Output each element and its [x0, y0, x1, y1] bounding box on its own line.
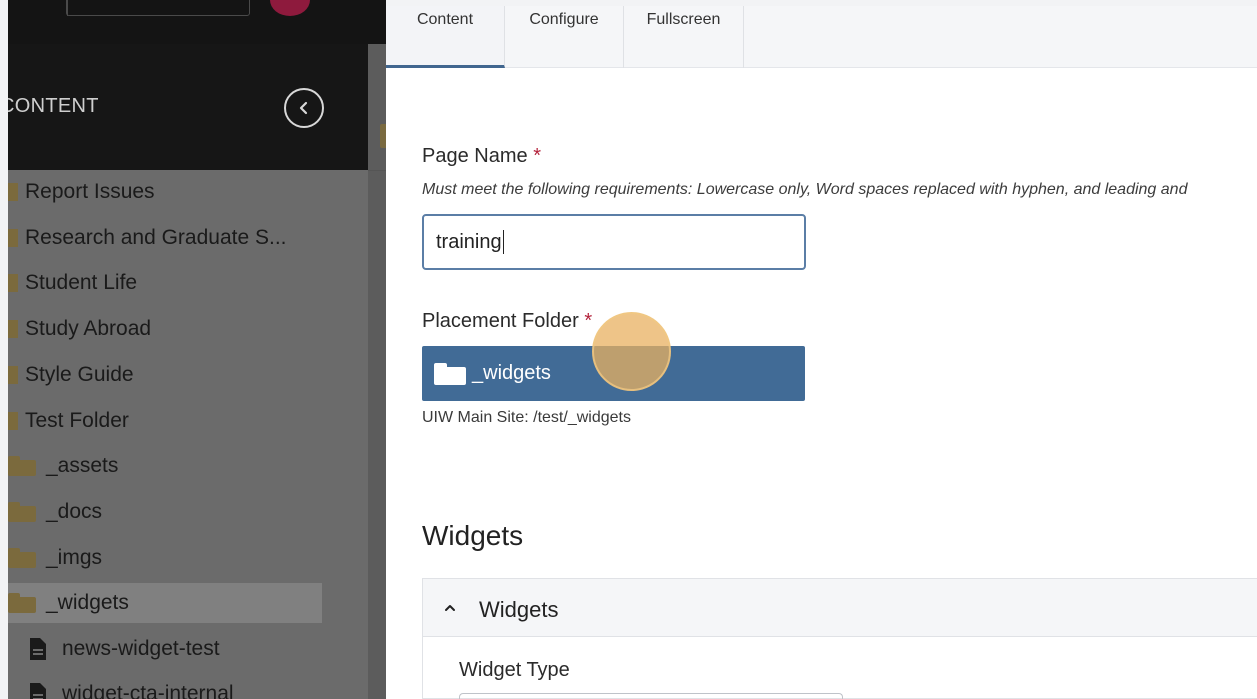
placement-folder-label: Placement Folder *	[422, 310, 592, 333]
tab-bar: Content Configure Fullscreen	[386, 6, 1257, 68]
tab-fullscreen[interactable]: Fullscreen	[624, 6, 744, 68]
collapse-sidebar-button[interactable]	[284, 88, 324, 128]
gutter-divider	[368, 170, 386, 171]
page-name-value: training	[436, 230, 502, 253]
top-bar-search-field[interactable]	[66, 0, 250, 16]
folder-icon	[8, 320, 18, 338]
tree-item-label: Study Abroad	[25, 317, 152, 340]
click-indicator	[592, 312, 671, 391]
placement-path: UIW Main Site: /test/_widgets	[422, 409, 631, 426]
tab-content[interactable]: Content	[386, 6, 505, 68]
tree-item-label: Student Life	[25, 271, 138, 294]
tree-item-style-guide[interactable]: Style Guide	[8, 355, 134, 395]
tree-item-imgs[interactable]: _imgs	[8, 538, 102, 578]
page-name-input[interactable]: training	[422, 214, 806, 270]
page-name-label: Page Name *	[422, 145, 541, 168]
sidebar-title: CONTENT	[8, 95, 99, 117]
tree-item-widget-cta-internal[interactable]: widget-cta-internal	[28, 674, 234, 699]
tab-configure[interactable]: Configure	[505, 6, 624, 68]
folder-icon	[8, 456, 36, 476]
tab-label: Configure	[529, 11, 599, 28]
tree-item-label: widget-cta-internal	[62, 682, 234, 699]
tree-item-study-abroad[interactable]: Study Abroad	[8, 309, 151, 349]
document-icon	[30, 638, 46, 660]
text-caret	[502, 230, 504, 254]
tree-item-label: _widgets	[46, 591, 129, 614]
tree-item-report-issues[interactable]: Report Issues	[8, 172, 155, 212]
placement-folder-value: _widgets	[472, 362, 551, 384]
tree-item-label: Style Guide	[25, 363, 134, 386]
folder-icon	[8, 229, 18, 247]
tab-label: Fullscreen	[646, 11, 721, 28]
tree-item-news-widget-test[interactable]: news-widget-test	[28, 629, 220, 669]
placement-folder-label-text: Placement Folder	[422, 310, 579, 332]
folder-icon	[8, 502, 36, 522]
sidebar-header: CONTENT	[8, 44, 368, 170]
tree-item-label: Report Issues	[25, 180, 155, 203]
tree-item-label: _imgs	[46, 546, 103, 569]
chevron-up-icon	[445, 605, 455, 611]
folder-icon	[8, 548, 36, 568]
document-icon	[30, 683, 46, 699]
widget-type-select[interactable]	[459, 693, 843, 699]
chevron-left-icon	[299, 101, 308, 115]
widgets-accordion: Widgets Widget Type	[422, 578, 1257, 699]
tree-item-docs[interactable]: _docs	[8, 492, 102, 532]
tree-item-label: _docs	[46, 500, 103, 523]
accordion-title: Widgets	[479, 597, 559, 622]
folder-icon	[434, 362, 466, 385]
tree-item-label: news-widget-test	[62, 637, 220, 660]
tree-item-research[interactable]: Research and Graduate S...	[8, 218, 287, 258]
folder-icon	[8, 412, 18, 430]
required-marker: *	[584, 310, 593, 332]
folder-icon	[8, 593, 36, 613]
tree-item-label: Test Folder	[25, 409, 129, 432]
tree-item-widgets[interactable]: _widgets	[8, 583, 322, 623]
widgets-section-title: Widgets	[422, 520, 524, 551]
tree-item-assets[interactable]: _assets	[8, 446, 118, 486]
page-name-label-text: Page Name	[422, 145, 528, 167]
tab-label: Content	[416, 11, 474, 28]
content-sidebar: CONTENT Report Issues Research and Gradu…	[8, 0, 386, 699]
page-name-hint: Must meet the following requirements: Lo…	[422, 181, 1188, 198]
folder-icon	[8, 366, 18, 384]
required-marker: *	[533, 145, 541, 167]
tree-item-label: _assets	[46, 454, 119, 477]
top-bar	[8, 0, 386, 44]
tree-item-label: Research and Graduate S...	[25, 226, 287, 249]
tree-item-test-folder[interactable]: Test Folder	[8, 401, 129, 441]
widgets-accordion-header[interactable]: Widgets	[423, 579, 1257, 637]
widget-type-label: Widget Type	[459, 659, 570, 681]
top-bar-segment	[8, 0, 68, 16]
tree-item-student-life[interactable]: Student Life	[8, 263, 137, 303]
user-avatar[interactable]	[270, 0, 310, 16]
folder-icon	[8, 183, 18, 201]
folder-icon	[8, 274, 18, 292]
create-page-panel: Content Configure Fullscreen Page Name *…	[386, 0, 1257, 699]
sidebar-gutter	[368, 44, 386, 699]
